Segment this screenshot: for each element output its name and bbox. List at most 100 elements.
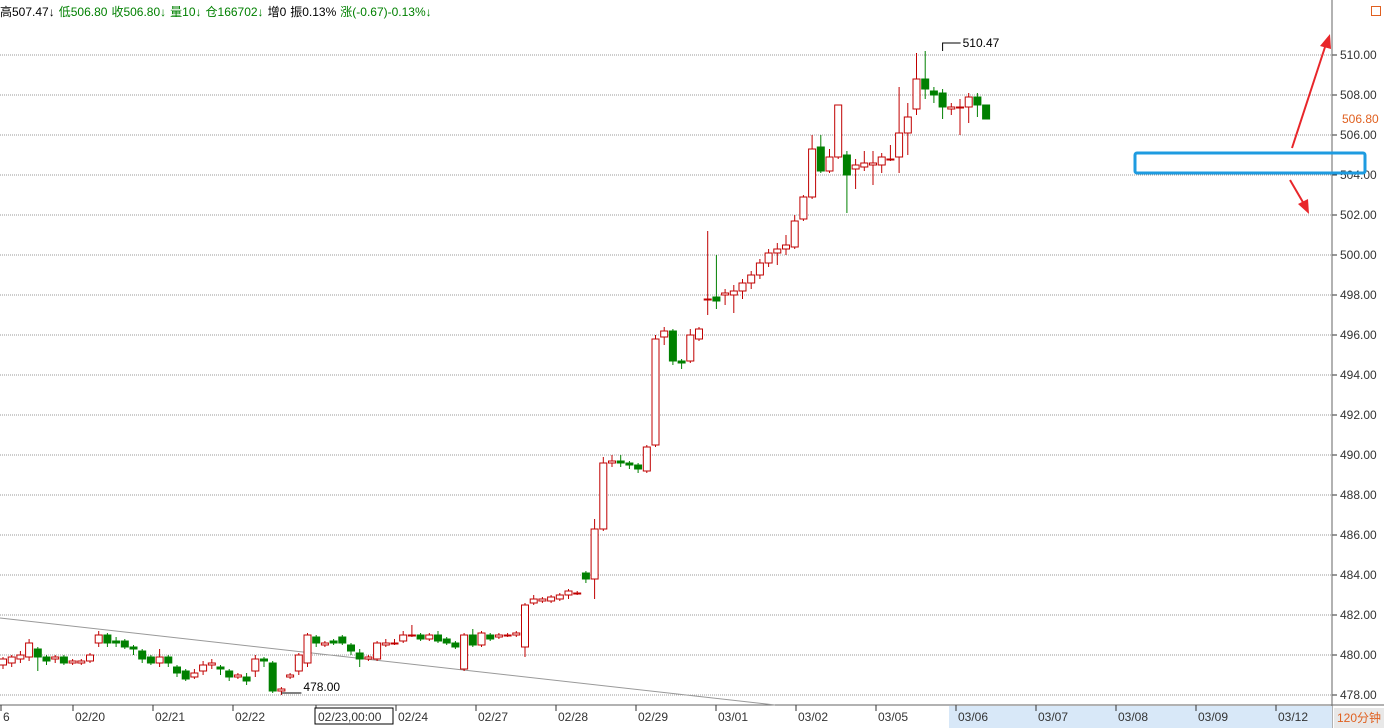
- min-label: 478.00: [303, 680, 340, 694]
- candle-body: [303, 634, 312, 664]
- candle-body: [729, 290, 738, 296]
- y-tick-label: 490.00: [1340, 448, 1377, 462]
- x-tick-label: 03/09: [1198, 710, 1228, 724]
- candle-body: [251, 658, 260, 672]
- candle-body: [590, 528, 599, 580]
- arrow-up-head: [1320, 34, 1331, 49]
- candle-body: [207, 662, 216, 666]
- x-tick-label: 02/27: [478, 710, 508, 724]
- candle-body: [503, 634, 512, 637]
- candle-body: [886, 158, 895, 161]
- candle-body: [338, 636, 347, 644]
- candle-body: [782, 244, 790, 250]
- candle-body: [521, 604, 529, 648]
- y-tick-label: 508.00: [1340, 88, 1377, 102]
- candle-body: [103, 634, 112, 644]
- candle-body: [155, 656, 164, 664]
- y-tick-label: 500.00: [1340, 248, 1377, 262]
- arrow-down-line: [1289, 179, 1305, 205]
- candle-body: [268, 662, 277, 692]
- candle-body: [538, 598, 547, 602]
- candle-body: [738, 282, 747, 292]
- candle-body: [173, 666, 181, 674]
- candle-body: [982, 104, 991, 120]
- candle-body: [808, 148, 817, 198]
- y-tick-label: 478.00: [1340, 688, 1377, 702]
- y-tick-label: 494.00: [1340, 368, 1377, 382]
- candle-body: [320, 642, 329, 646]
- x-tick-label: 03/07: [1038, 710, 1068, 724]
- candle-body: [112, 640, 121, 644]
- candle-body: [695, 328, 703, 340]
- candle-body: [260, 658, 268, 662]
- candle-body: [442, 638, 451, 644]
- y-tick-label: 484.00: [1340, 568, 1377, 582]
- candle-body: [869, 162, 877, 166]
- candle-body: [181, 670, 190, 680]
- candle-body: [555, 594, 564, 600]
- candle-body: [956, 106, 964, 109]
- candle-body: [51, 656, 60, 660]
- candle-body: [668, 330, 677, 362]
- candle-body: [599, 462, 608, 530]
- x-tick-label: 02/21: [155, 710, 185, 724]
- period-selector[interactable]: 120分钟: [1334, 708, 1384, 728]
- candle-body: [529, 598, 538, 604]
- y-tick-label: 480.00: [1340, 648, 1377, 662]
- candle-body: [77, 660, 86, 664]
- candle-body: [312, 636, 321, 644]
- x-tick-label: 6: [3, 710, 10, 724]
- candle-body: [616, 460, 625, 464]
- y-tick-label: 482.00: [1340, 608, 1377, 622]
- candle-body: [660, 330, 669, 338]
- max-label: 510.47: [963, 36, 1000, 50]
- highlight-zone: [1133, 151, 1367, 175]
- candle-body: [964, 96, 973, 108]
- candle-body: [634, 464, 643, 470]
- candle-body: [59, 656, 68, 664]
- candle-body: [512, 632, 521, 636]
- candle-body: [947, 106, 956, 110]
- candle-body: [842, 154, 851, 176]
- candle-body: [434, 634, 442, 642]
- y-tick-label: 498.00: [1340, 288, 1377, 302]
- candle-body: [233, 674, 242, 678]
- x-tick-label: 03/12: [1278, 710, 1308, 724]
- candle-body: [712, 296, 721, 302]
- candlestick-chart[interactable]: 478.00 480.00 482.00 484.00 486.00 488.00 490.…: [0, 0, 1384, 728]
- trend-line: [0, 617, 776, 706]
- candle-body: [747, 274, 756, 284]
- y-tick-label: 502.00: [1340, 208, 1377, 222]
- candle-body: [581, 572, 590, 580]
- candle-body: [16, 654, 25, 660]
- corner-square-icon[interactable]: [1371, 6, 1381, 16]
- candle-body: [416, 634, 425, 640]
- x-tick-label: 02/20: [75, 710, 105, 724]
- candle-body: [242, 676, 251, 682]
- y-tick-label: 506.00: [1340, 128, 1377, 142]
- candle-body: [564, 590, 573, 596]
- candle-body: [190, 672, 199, 678]
- candle-body: [912, 78, 921, 110]
- x-tick-label: 02/22: [235, 710, 265, 724]
- candle-body: [834, 104, 843, 158]
- candle-body: [486, 634, 495, 640]
- x-tick-label: 03/06: [958, 710, 988, 724]
- candle-body: [407, 634, 416, 637]
- candle-body: [816, 146, 825, 172]
- candle-body: [7, 656, 16, 664]
- x-tick-label: 02/28: [558, 710, 588, 724]
- candle-body: [216, 666, 225, 670]
- x-tick-label: 03/01: [718, 710, 748, 724]
- candle-body: [347, 644, 355, 652]
- max-leader: [942, 42, 961, 51]
- candle-body: [460, 634, 469, 670]
- candle-body: [199, 664, 208, 672]
- candle-body: [225, 670, 234, 678]
- candle-body: [547, 596, 556, 602]
- candle-body: [425, 634, 434, 640]
- y-tick-label: 486.00: [1340, 528, 1377, 542]
- candle-body: [790, 220, 799, 248]
- x-tick-label: 03/08: [1118, 710, 1148, 724]
- candle-body: [651, 338, 660, 446]
